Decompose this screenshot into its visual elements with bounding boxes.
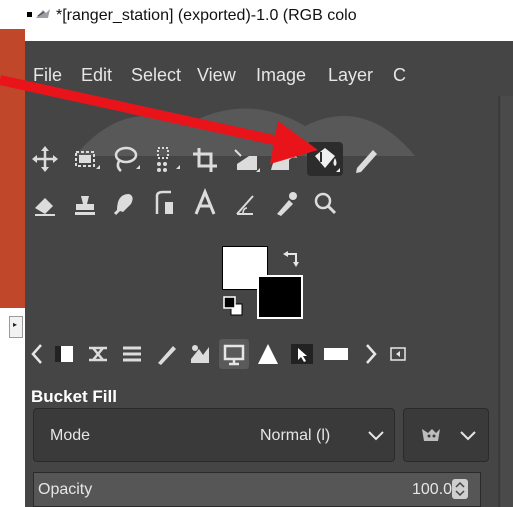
menu-bar: File Edit Select View Image Layer C [25, 56, 513, 96]
clone-tool[interactable] [67, 186, 103, 220]
crop-icon [193, 148, 217, 172]
zoom-icon [314, 192, 337, 215]
bucket-fill-tool[interactable] [307, 142, 343, 176]
chevron-down-icon [460, 431, 476, 441]
window-menu-icon[interactable] [27, 12, 32, 17]
color-picker-tool[interactable] [267, 186, 303, 220]
menu-image[interactable]: Image [256, 65, 306, 86]
tab-tool-options[interactable] [219, 339, 249, 369]
tab-gradients[interactable] [253, 339, 283, 369]
tab-brushes[interactable] [151, 339, 181, 369]
eraser-icon [35, 198, 55, 216]
menu-file[interactable]: File [33, 65, 62, 86]
transform-tool[interactable] [227, 142, 263, 176]
dock-separator[interactable] [498, 96, 500, 507]
move-icon [32, 146, 58, 172]
list-icon [123, 346, 141, 362]
bucket-fill-icon [315, 148, 340, 172]
crop-tool[interactable] [187, 142, 223, 176]
eyedropper-icon [277, 192, 297, 216]
bucket-fill-mode-dropdown[interactable] [403, 408, 489, 462]
chevron-down-icon [368, 431, 384, 441]
left-dock-tab[interactable]: ▸ [9, 316, 23, 338]
menu-colors[interactable]: C [393, 65, 406, 86]
gimp-window: *[ranger_station] (exported)-1.0 (RGB co… [25, 0, 513, 507]
clone-stamp-icon [75, 196, 95, 215]
tab-scroll-right-icon[interactable] [361, 339, 381, 369]
rect-select-tool[interactable] [67, 142, 103, 176]
gimp-app-icon [36, 9, 50, 18]
rectangle-select-icon [75, 151, 100, 169]
opacity-label: Opacity [38, 481, 93, 498]
measure-tool[interactable] [227, 186, 263, 220]
paintbrush-tool[interactable] [347, 142, 383, 176]
text-icon [194, 188, 216, 215]
paths-icon [155, 190, 173, 214]
smudge-icon [113, 194, 133, 216]
warp-transform-icon [271, 152, 297, 170]
window-title: *[ranger_station] (exported)-1.0 (RGB co… [56, 7, 357, 24]
move-tool[interactable] [27, 142, 63, 176]
tab-tool-options-b[interactable] [83, 339, 113, 369]
swap-colors-icon[interactable] [282, 250, 302, 268]
tool-options-title: Bucket Fill [31, 387, 117, 406]
spin-arrows-icon [455, 481, 465, 497]
pointer-icon [291, 344, 313, 364]
mode-label: Mode [50, 427, 91, 444]
pattern-icon [191, 345, 209, 363]
tab-scroll-left-icon[interactable] [27, 339, 47, 369]
mode-value: Normal (l) [260, 427, 331, 444]
background-window-edge [0, 29, 25, 308]
menu-edit[interactable]: Edit [81, 65, 112, 86]
brush-icon [158, 346, 176, 365]
menu-view[interactable]: View [197, 65, 236, 86]
title-bar: *[ranger_station] (exported)-1.0 (RGB co… [25, 0, 513, 41]
triangle-icon [258, 344, 278, 364]
measure-icon [236, 195, 254, 215]
default-colors-icon[interactable] [222, 295, 244, 317]
dock-menu-icon[interactable] [387, 339, 411, 369]
symmetry-icon [89, 346, 107, 362]
tab-patterns[interactable] [185, 339, 215, 369]
right-dock-edge [501, 96, 513, 507]
tab-device-status[interactable] [49, 339, 79, 369]
menu-layer[interactable]: Layer [328, 65, 373, 86]
text-tool[interactable] [187, 186, 223, 220]
mode-dropdown[interactable]: Mode Normal (l) [33, 408, 395, 462]
background-color-swatch[interactable] [257, 275, 303, 319]
pencil-icon [356, 150, 377, 173]
opacity-value: 100.0 [412, 481, 453, 498]
menu-select[interactable]: Select [131, 65, 181, 86]
fuzzy-select-tool[interactable] [147, 142, 183, 176]
gimp-mode-icon [422, 429, 440, 441]
unified-transform-icon [234, 149, 260, 172]
opacity-spin-button[interactable] [452, 479, 468, 499]
fuzzy-select-icon [157, 147, 180, 172]
warp-tool[interactable] [267, 142, 303, 176]
paths-tool[interactable] [147, 186, 183, 220]
tab-pointer[interactable] [287, 339, 317, 369]
lasso-tool[interactable] [107, 142, 143, 176]
tool-options-icon [223, 344, 245, 366]
tab-fonts[interactable] [321, 339, 351, 369]
tab-layers-list[interactable] [117, 339, 147, 369]
lasso-icon [114, 146, 140, 172]
zoom-tool[interactable] [307, 186, 343, 220]
device-status-icon [55, 346, 73, 362]
smudge-tool[interactable] [107, 186, 143, 220]
white-rect-icon [324, 348, 348, 360]
dock-tab-bar [25, 336, 495, 374]
opacity-slider[interactable]: Opacity 100.0 [33, 472, 481, 507]
eraser-tool[interactable] [27, 186, 63, 220]
